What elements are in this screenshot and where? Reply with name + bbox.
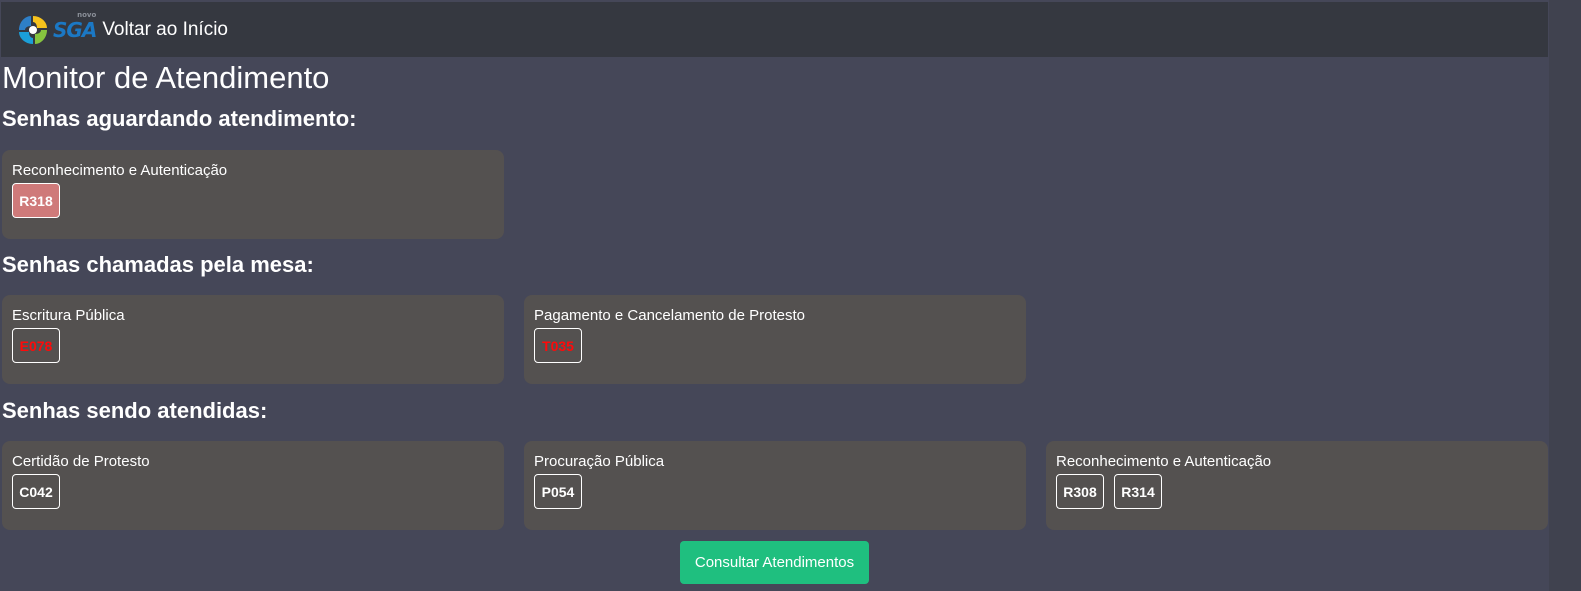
monitor-page: SGA novo Voltar ao Início Monitor de Ate… xyxy=(0,0,1581,591)
back-to-home-link[interactable]: Voltar ao Início xyxy=(102,19,228,41)
logo-novo-label: novo xyxy=(77,10,97,19)
ticket-badge-waiting: R318 xyxy=(12,183,60,218)
service-card-serving: Procuração Pública P054 xyxy=(524,441,1026,530)
section-title-called: Senhas chamadas pela mesa: xyxy=(2,252,314,277)
service-card-called: Escritura Pública E078 xyxy=(2,295,504,384)
sga-logo[interactable]: SGA novo xyxy=(17,10,97,46)
section-title-serving: Senhas sendo atendidas: xyxy=(2,398,268,423)
service-name: Pagamento e Cancelamento de Protesto xyxy=(534,307,806,324)
consult-attendances-button[interactable]: Consultar Atendimentos xyxy=(680,541,869,584)
ticket-badge-called: E078 xyxy=(12,328,60,363)
scrollbar-track[interactable] xyxy=(1549,0,1581,591)
service-card-serving: Reconhecimento e Autenticação R308 R314 xyxy=(1046,441,1548,530)
ticket-list: R318 xyxy=(12,183,504,218)
service-name: Certidão de Protesto xyxy=(12,453,150,470)
service-name: Escritura Pública xyxy=(12,307,125,324)
sga-logo-text: SGA novo xyxy=(53,10,97,42)
ticket-badge-serving: R314 xyxy=(1114,474,1162,509)
section-title-waiting: Senhas aguardando atendimento: xyxy=(2,106,357,131)
service-name: Reconhecimento e Autenticação xyxy=(12,162,228,179)
service-card-serving: Certidão de Protesto C042 xyxy=(2,441,504,530)
service-card-called: Pagamento e Cancelamento de Protesto T03… xyxy=(524,295,1026,384)
top-navbar: SGA novo Voltar ao Início xyxy=(1,2,1548,57)
service-card-waiting: Reconhecimento e Autenticação R318 xyxy=(2,150,504,239)
page-title: Monitor de Atendimento xyxy=(2,60,330,95)
ticket-list: T035 xyxy=(534,328,1026,363)
ticket-list: E078 xyxy=(12,328,504,363)
ticket-badge-serving: P054 xyxy=(534,474,582,509)
service-name: Procuração Pública xyxy=(534,453,665,470)
ticket-list: R308 R314 xyxy=(1056,474,1548,509)
ticket-badge-serving: R308 xyxy=(1056,474,1104,509)
ticket-badge-serving: C042 xyxy=(12,474,60,509)
ticket-list: C042 xyxy=(12,474,504,509)
ticket-list: P054 xyxy=(534,474,1026,509)
service-name: Reconhecimento e Autenticação xyxy=(1056,453,1272,470)
sga-swirl-icon xyxy=(19,15,47,44)
ticket-badge-called: T035 xyxy=(534,328,582,363)
